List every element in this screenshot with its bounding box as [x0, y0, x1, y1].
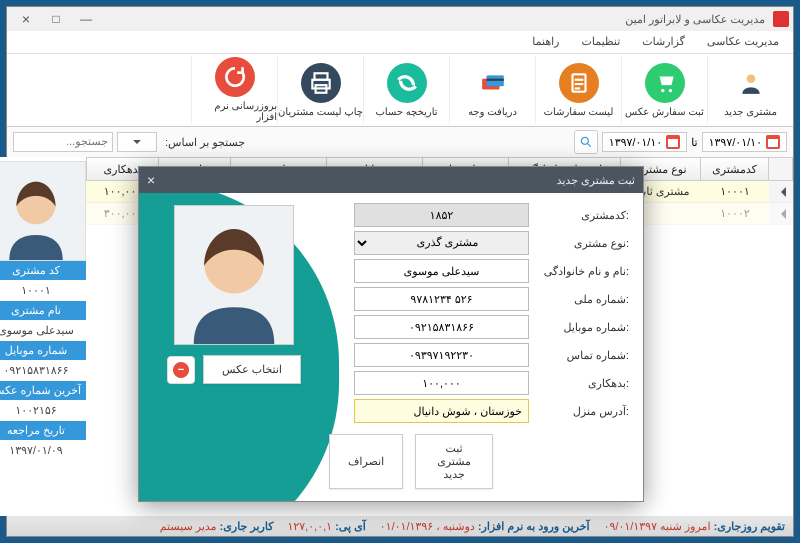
side-mobile-label: شماره موبایل [0, 341, 86, 360]
name-field[interactable] [354, 259, 529, 283]
toolbar-update[interactable]: بروزرسانی نرم افزار [191, 56, 277, 124]
mobile-label: :شماره موبایل [539, 321, 629, 334]
menu-photography[interactable]: مدیریت عکاسی [703, 33, 783, 53]
search-basis-dropdown[interactable] [117, 132, 157, 152]
cancel-button[interactable]: انصراف [329, 434, 403, 489]
debt-field[interactable] [354, 371, 529, 395]
mobile-field[interactable] [354, 315, 529, 339]
side-name-label: نام مشتری [0, 301, 86, 320]
statusbar: کاربر جاری: مدیر سیستم آی پی: ۱۲۷,۰,۰,۱ … [7, 516, 793, 536]
toolbar-print-customers[interactable]: چاپ لیست مشتریان [277, 56, 363, 124]
code-label: :کدمشتری [539, 209, 629, 222]
dialog-close-button[interactable]: × [147, 172, 155, 188]
side-panel: کد مشتری ۱۰۰۰۱ نام مشتری سیدعلی موسوی شم… [0, 157, 86, 516]
calendar-icon [766, 135, 780, 149]
date-from[interactable]: ۱۳۹۷/۰۱/۱۰ [702, 132, 787, 152]
nid-field[interactable] [354, 287, 529, 311]
window-min-button[interactable]: — [72, 9, 100, 29]
photo-preview [174, 205, 294, 345]
side-mobile-value: ۰۹۲۱۵۸۳۱۸۶۶ [0, 360, 86, 381]
calendar-icon [666, 135, 680, 149]
name-label: :نام و نام خانوادگی [539, 265, 629, 278]
filter-bar: ۱۳۹۷/۰۱/۱۰ تا ۱۳۹۷/۰۱/۱۰ جستجو بر اساس: [7, 127, 793, 157]
menu-settings[interactable]: تنظیمات [578, 33, 625, 53]
pick-photo-button[interactable]: انتخاب عکس [203, 355, 301, 384]
search-button[interactable] [574, 130, 598, 154]
nid-label: :شماره ملی [539, 293, 629, 306]
customer-photo [0, 161, 86, 261]
side-lastphoto-value: ۱۰۰۲۱۵۶ [0, 400, 86, 421]
type-label: :نوع مشتری [539, 237, 629, 250]
tel-label: :شماره تماس [539, 349, 629, 362]
addr-label: :آدرس منزل [539, 405, 629, 418]
titlebar: × □ — مدیریت عکاسی و لابراتور امین [7, 7, 793, 31]
search-input[interactable] [13, 132, 113, 152]
toolbar-payment[interactable]: دریافت وجه [449, 56, 535, 124]
search-basis-label: جستجو بر اساس: [165, 136, 245, 149]
toolbar-new-customer[interactable]: مشتری جدید [707, 56, 793, 124]
menu-reports[interactable]: گزارشات [638, 33, 689, 53]
side-name-value: سیدعلی موسوی [0, 320, 86, 341]
minus-icon: − [173, 362, 189, 378]
side-code-label: کد مشتری [0, 261, 86, 280]
menu-help[interactable]: راهنما [528, 33, 563, 53]
date-to[interactable]: ۱۳۹۷/۰۱/۱۰ [602, 132, 687, 152]
code-field [354, 203, 529, 227]
photo-panel: انتخاب عکس − [139, 193, 329, 501]
window-title: مدیریت عکاسی و لابراتور امین [101, 13, 769, 26]
side-code-value: ۱۰۰۰۱ [0, 280, 86, 301]
col-code[interactable]: کدمشتری [701, 158, 769, 180]
remove-photo-button[interactable]: − [167, 356, 195, 384]
dialog-titlebar: × ثبت مشتری جدید [139, 167, 643, 193]
toolbar-orders-list[interactable]: لیست سفارشات [535, 56, 621, 124]
new-customer-dialog: × ثبت مشتری جدید :کدمشتری :نوع مشتری مشتر… [138, 166, 644, 502]
toolbar: مشتری جدید ثبت سفارش عکس لیست سفارشات در… [7, 53, 793, 127]
date-to-label: تا [691, 136, 697, 149]
toolbar-account-history[interactable]: تاریخچه حساب [363, 56, 449, 124]
type-select[interactable]: مشتری گذری [354, 231, 529, 255]
side-visit-value: ۱۳۹۷/۰۱/۰۹ [0, 440, 86, 461]
addr-field[interactable] [354, 399, 529, 423]
menubar: مدیریت عکاسی گزارشات تنظیمات راهنما [7, 31, 793, 53]
tel-field[interactable] [354, 343, 529, 367]
window-max-button[interactable]: □ [42, 9, 70, 29]
window-close-button[interactable]: × [12, 9, 40, 29]
submit-button[interactable]: ثبت مشتری جدید [415, 434, 493, 489]
side-visit-label: تاریخ مراجعه [0, 421, 86, 440]
side-lastphoto-label: آخرین شماره عکس [0, 381, 86, 400]
app-icon [773, 11, 789, 27]
dialog-title: ثبت مشتری جدید [155, 174, 635, 187]
debt-label: :بدهکاری [539, 377, 629, 390]
customer-form: :کدمشتری :نوع مشتری مشتری گذری :نام و نام… [329, 193, 643, 501]
toolbar-new-order[interactable]: ثبت سفارش عکس [621, 56, 707, 124]
